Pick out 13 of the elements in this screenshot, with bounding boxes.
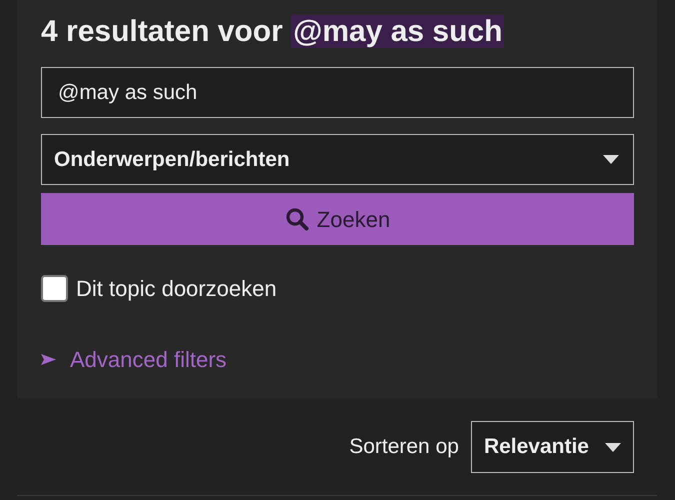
results-heading: 4 resultaten voor @may as such <box>41 14 506 50</box>
triangle-icon <box>41 354 56 365</box>
checkbox[interactable] <box>41 275 68 302</box>
advanced-filters-toggle[interactable]: Advanced filters <box>41 343 227 376</box>
sort-label: Sorteren op <box>349 434 459 460</box>
checkbox-label: Dit topic doorzoeken <box>76 275 277 303</box>
caret-icon <box>605 442 621 452</box>
sort-dropdown[interactable]: Relevantie <box>470 421 634 473</box>
search-icon <box>284 207 309 231</box>
caret-icon <box>603 155 619 164</box>
type-dropdown[interactable]: Onderwerpen/berichten <box>41 134 634 185</box>
search-field[interactable]: @may as such <box>41 67 634 118</box>
search-button[interactable]: Zoeken <box>41 193 634 245</box>
